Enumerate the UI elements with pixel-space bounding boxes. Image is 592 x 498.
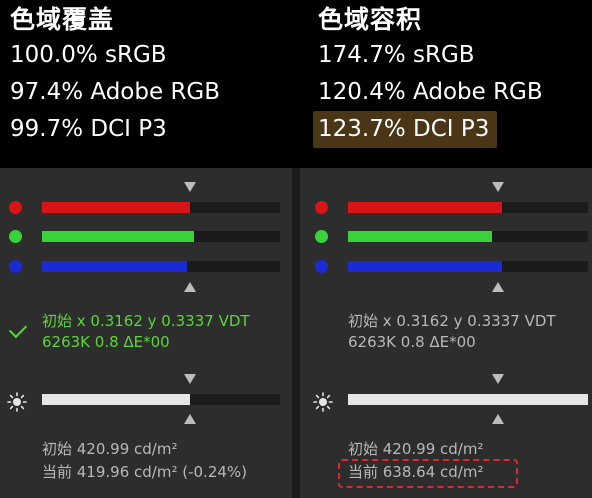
coverage-srgb: 100.0% sRGB xyxy=(10,42,167,68)
green-channel-fill xyxy=(348,231,492,242)
coverage-dci-p3: 99.7% DCI P3 xyxy=(10,116,167,142)
gamut-stats: 色域覆盖 100.0% sRGB 97.4% Adobe RGB 99.7% D… xyxy=(0,0,592,168)
red-channel-dot xyxy=(315,201,328,214)
white-point-line1: 初始 x 0.3162 y 0.3337 VDT xyxy=(42,312,250,330)
volume-heading: 色域容积 xyxy=(318,5,423,34)
red-channel-track xyxy=(348,202,588,213)
green-channel-dot xyxy=(315,230,328,243)
red-channel-track xyxy=(42,202,280,213)
coverage-adobe-rgb: 97.4% Adobe RGB xyxy=(10,79,221,105)
luminance-fill xyxy=(348,394,588,405)
blue-channel-fill xyxy=(42,261,188,272)
luminance-fill xyxy=(42,394,190,405)
volume-srgb: 174.7% sRGB xyxy=(318,42,475,68)
green-channel-track xyxy=(42,231,280,242)
volume-dci-p3-highlighted: 123.7% DCI P3 xyxy=(313,111,498,148)
volume-adobe-rgb: 120.4% Adobe RGB xyxy=(318,79,543,105)
luminance-marker-top-icon xyxy=(184,374,196,384)
calibration-panel-left: 初始 x 0.3162 y 0.3337 VDT 6263K 0.8 ΔE*00… xyxy=(0,168,292,498)
green-channel-dot xyxy=(9,230,22,243)
green-channel-fill xyxy=(42,231,195,242)
red-channel-fill xyxy=(348,202,502,213)
blue-channel-track xyxy=(42,261,280,272)
luminance-current: 当前 419.96 cd/m² (-0.24%) xyxy=(42,463,248,481)
coverage-column: 色域覆盖 100.0% sRGB 97.4% Adobe RGB 99.7% D… xyxy=(10,0,306,168)
luminance-current: 当前 638.64 cd/m² xyxy=(348,463,484,481)
white-point-line1: 初始 x 0.3162 y 0.3337 VDT xyxy=(348,312,556,330)
check-icon xyxy=(8,319,28,339)
red-channel-fill xyxy=(42,202,190,213)
marker-top-icon xyxy=(184,182,196,192)
marker-bottom-icon xyxy=(184,282,196,292)
blue-channel-dot xyxy=(9,260,22,273)
marker-top-icon xyxy=(492,182,504,192)
calibration-panel-right: 初始 x 0.3162 y 0.3337 VDT 6263K 0.8 ΔE*00… xyxy=(300,168,592,498)
blue-channel-track xyxy=(348,261,588,272)
luminance-marker-bottom-icon xyxy=(184,414,196,424)
sun-icon xyxy=(313,392,333,412)
blue-channel-fill xyxy=(348,261,502,272)
luminance-marker-top-icon xyxy=(492,374,504,384)
luminance-initial: 初始 420.99 cd/m² xyxy=(42,440,178,458)
luminance-initial: 初始 420.99 cd/m² xyxy=(348,440,484,458)
color-gamut-screen: 色域覆盖 100.0% sRGB 97.4% Adobe RGB 99.7% D… xyxy=(0,0,592,498)
sun-icon xyxy=(7,392,27,412)
coverage-heading: 色域覆盖 xyxy=(10,5,115,34)
luminance-track xyxy=(348,394,588,405)
red-channel-dot xyxy=(9,201,22,214)
white-point-line2: 6263K 0.8 ΔE*00 xyxy=(42,333,170,351)
marker-bottom-icon xyxy=(492,282,504,292)
volume-column: 色域容积 174.7% sRGB 120.4% Adobe RGB 123.7%… xyxy=(313,0,592,168)
blue-channel-dot xyxy=(315,260,328,273)
panel-divider xyxy=(292,168,300,498)
white-point-line2: 6263K 0.8 ΔE*00 xyxy=(348,333,476,351)
green-channel-track xyxy=(348,231,588,242)
luminance-track xyxy=(42,394,280,405)
luminance-marker-bottom-icon xyxy=(492,414,504,424)
